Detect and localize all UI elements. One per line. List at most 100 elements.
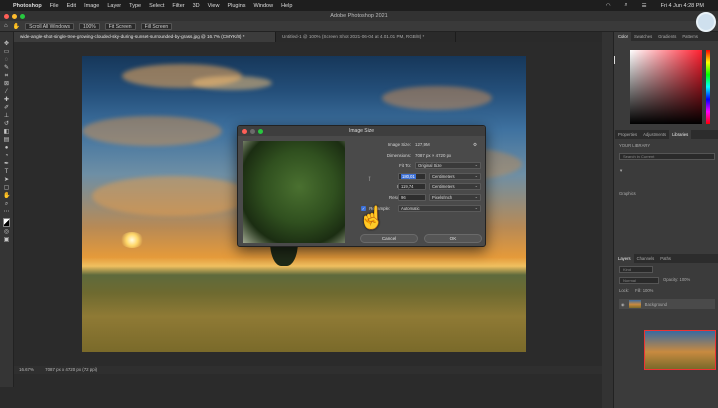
- fit-to-select[interactable]: Original Size: [415, 162, 481, 169]
- menu-filter[interactable]: Filter: [172, 3, 184, 9]
- dialog-title: Image Size: [348, 128, 374, 134]
- tab-channels[interactable]: Channels: [634, 256, 658, 261]
- filter-icon[interactable]: ▼: [619, 168, 715, 173]
- zoom-window-button[interactable]: [20, 14, 25, 19]
- layer-name[interactable]: Background: [645, 302, 667, 307]
- menu-app-name[interactable]: Photoshop: [13, 3, 42, 9]
- dimensions-value[interactable]: 7087 px × 4720 px: [415, 153, 451, 158]
- ok-button[interactable]: OK: [424, 234, 482, 243]
- settings-gear-icon[interactable]: ⚙: [473, 142, 477, 148]
- menu-type[interactable]: Type: [129, 3, 141, 9]
- frame-tool-icon[interactable]: ⊠: [3, 81, 10, 87]
- dodge-tool-icon[interactable]: ◔: [3, 153, 10, 159]
- quick-mask-icon[interactable]: ◎: [3, 229, 10, 235]
- dialog-zoom-button[interactable]: [258, 128, 263, 134]
- fit-to-label: Fit To:: [399, 163, 411, 168]
- width-value[interactable]: 180,01: [401, 174, 416, 179]
- menu-file[interactable]: File: [50, 3, 59, 9]
- library-graphics-section[interactable]: Graphics: [619, 191, 715, 196]
- eyedropper-tool-icon[interactable]: ⁄: [3, 89, 10, 95]
- history-brush-tool-icon[interactable]: ↺: [3, 121, 10, 127]
- control-center-icon[interactable]: ☰: [642, 3, 647, 9]
- crop-tool-icon[interactable]: ⌗: [3, 73, 10, 79]
- more-tools-icon[interactable]: ⋯: [3, 209, 10, 215]
- library-name[interactable]: YOUR LIBRARY: [619, 143, 715, 148]
- lasso-tool-icon[interactable]: ◌: [3, 57, 10, 63]
- minimize-window-button[interactable]: [12, 14, 17, 19]
- color-picker-field[interactable]: [630, 50, 702, 124]
- image-size-label: Image Size:: [387, 142, 411, 147]
- tab-paths[interactable]: Paths: [657, 256, 674, 261]
- fill-field[interactable]: Fill: 100%: [635, 288, 653, 293]
- cancel-button[interactable]: Cancel: [360, 234, 418, 243]
- constrain-proportions-link-icon[interactable]: ⊺: [368, 176, 371, 183]
- pen-tool-icon[interactable]: ✒: [3, 161, 10, 167]
- brush-tool-icon[interactable]: ✐: [3, 105, 10, 111]
- clone-stamp-tool-icon[interactable]: ⊥: [3, 113, 10, 119]
- hand-tool-icon[interactable]: ✋: [3, 193, 10, 199]
- layer-thumbnail: [628, 300, 641, 308]
- shape-tool-icon[interactable]: ▢: [3, 185, 10, 191]
- blend-mode-select[interactable]: Normal: [619, 277, 659, 284]
- move-tool-icon[interactable]: ✥: [3, 41, 10, 47]
- tab-sunset-image[interactable]: wide-angle-shot-single-tree-growing-clou…: [14, 32, 276, 42]
- blur-tool-icon[interactable]: ●: [3, 145, 10, 151]
- hand-tool-icon[interactable]: ✋: [13, 23, 20, 30]
- scroll-all-windows-checkbox[interactable]: Scroll All Windows: [25, 22, 74, 30]
- menu-view[interactable]: View: [208, 3, 220, 9]
- width-unit-select[interactable]: Centimeters: [429, 173, 481, 180]
- opacity-field[interactable]: Opacity: 100%: [663, 277, 690, 284]
- close-window-button[interactable]: [4, 14, 9, 19]
- menu-datetime[interactable]: Fri 4 Jun 4:28 PM: [661, 3, 704, 9]
- menu-select[interactable]: Select: [149, 3, 164, 9]
- tab-properties[interactable]: Properties: [615, 132, 640, 137]
- sun-glow: [120, 232, 144, 248]
- library-search-input[interactable]: Search in Current: [619, 153, 715, 160]
- wifi-icon[interactable]: ◠: [606, 3, 611, 9]
- tab-libraries[interactable]: Libraries: [669, 130, 692, 139]
- height-input[interactable]: 119,74: [398, 183, 426, 190]
- dialog-close-button[interactable]: [242, 128, 247, 134]
- resolution-input[interactable]: 96: [398, 194, 426, 201]
- menu-3d[interactable]: 3D: [193, 3, 200, 9]
- home-icon[interactable]: ⌂: [4, 23, 8, 29]
- status-zoom[interactable]: 16.67%: [19, 367, 34, 372]
- layer-row-background[interactable]: ◉ Background: [619, 299, 715, 309]
- zoom-tool-icon[interactable]: ⌕: [3, 201, 10, 207]
- marquee-tool-icon[interactable]: ▭: [3, 49, 10, 55]
- menu-image[interactable]: Image: [84, 3, 99, 9]
- menu-plugins[interactable]: Plugins: [227, 3, 245, 9]
- hue-slider[interactable]: [706, 50, 710, 124]
- tab-untitled-1[interactable]: Untitled-1 @ 100% (Screen Shot 2021-06-0…: [276, 32, 456, 42]
- resample-method-select[interactable]: Automatic: [398, 205, 481, 212]
- gradient-tool-icon[interactable]: ▤: [3, 137, 10, 143]
- libraries-panel: Properties Adjustments Libraries YOUR LI…: [615, 130, 718, 196]
- tab-color[interactable]: Color: [615, 32, 632, 41]
- type-tool-icon[interactable]: T: [3, 169, 10, 175]
- tab-gradients[interactable]: Gradients: [655, 34, 679, 39]
- menu-help[interactable]: Help: [281, 3, 292, 9]
- tab-adjustments[interactable]: Adjustments: [640, 132, 669, 137]
- tab-swatches[interactable]: Swatches: [631, 34, 655, 39]
- color-swatches-icon[interactable]: [3, 218, 10, 227]
- eraser-tool-icon[interactable]: ◧: [3, 129, 10, 135]
- layer-kind-filter[interactable]: Kind: [619, 266, 653, 273]
- height-unit-select[interactable]: Centimeters: [429, 183, 481, 190]
- fill-screen-button[interactable]: Fill Screen: [140, 22, 173, 30]
- menu-window[interactable]: Window: [254, 3, 274, 9]
- menu-edit[interactable]: Edit: [67, 3, 76, 9]
- quick-select-tool-icon[interactable]: ✎: [3, 65, 10, 71]
- resolution-unit-select[interactable]: Pixels/Inch: [429, 194, 481, 201]
- healing-brush-tool-icon[interactable]: ✚: [3, 97, 10, 103]
- zoom-100-button[interactable]: 100%: [78, 22, 100, 30]
- fit-screen-button[interactable]: Fit Screen: [104, 22, 136, 30]
- screen-mode-icon[interactable]: ▣: [3, 237, 10, 243]
- visibility-eye-icon[interactable]: ◉: [621, 302, 625, 307]
- menu-layer[interactable]: Layer: [107, 3, 121, 9]
- path-select-tool-icon[interactable]: ➤: [3, 177, 10, 183]
- tab-layers[interactable]: Layers: [615, 254, 634, 263]
- tab-patterns[interactable]: Patterns: [679, 34, 701, 39]
- width-input[interactable]: 180,01: [398, 173, 426, 180]
- dialog-preview-image[interactable]: [243, 141, 345, 243]
- search-icon[interactable]: ⌕: [625, 2, 628, 9]
